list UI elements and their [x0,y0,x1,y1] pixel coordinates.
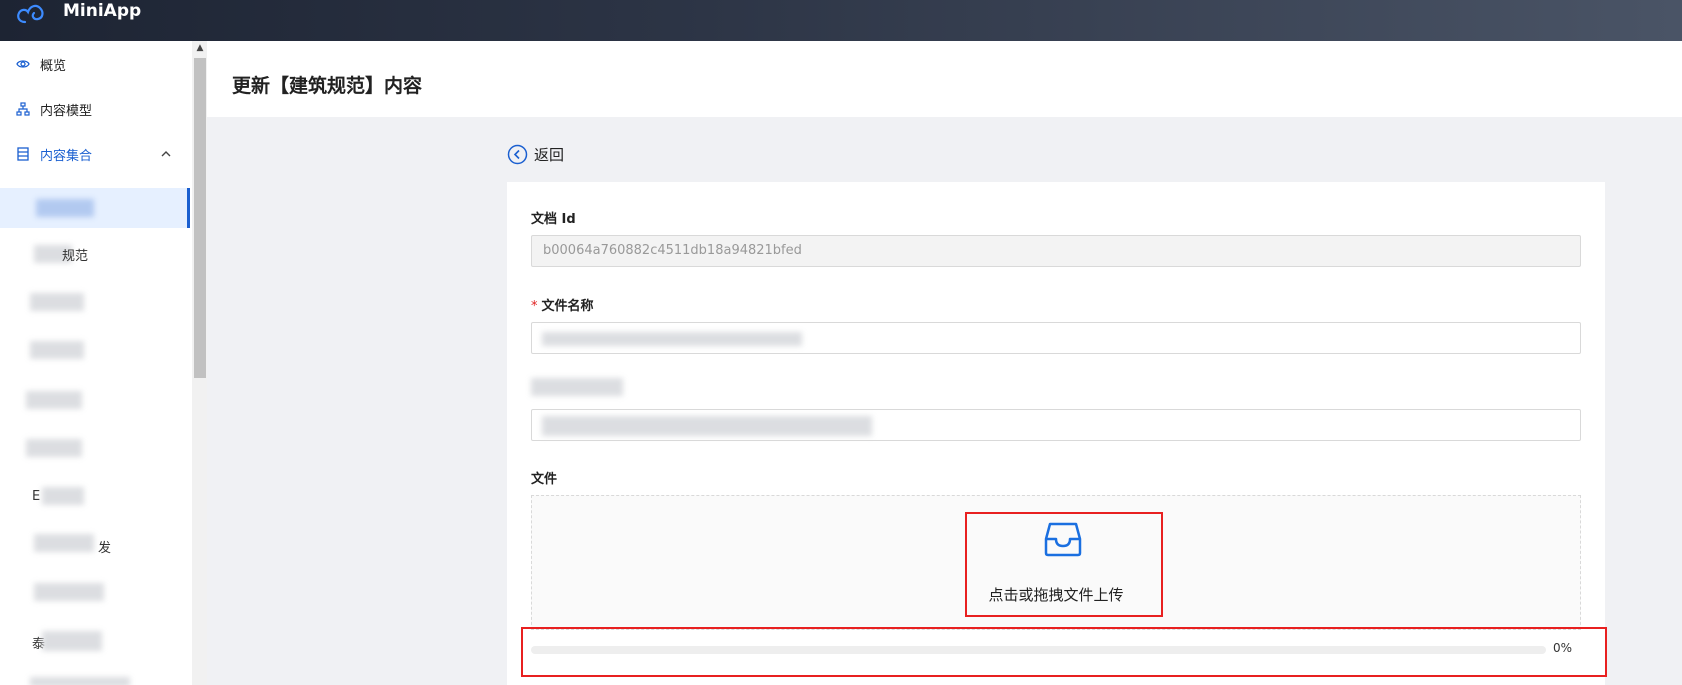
highlight-box-progress [521,627,1607,677]
sidebar-subitem-partial[interactable]: E [32,489,40,504]
sidebar-subitem-selected[interactable] [0,188,190,228]
redacted-label[interactable] [34,583,104,601]
redacted-label [30,677,130,685]
redacted-label[interactable] [30,293,84,311]
back-button[interactable]: 返回 [507,143,564,165]
top-bar: MiniApp [0,0,1682,41]
chevron-up-icon[interactable] [160,148,172,160]
cloud-logo-icon [17,4,44,24]
redacted-label[interactable] [26,439,82,457]
redacted-value [542,416,872,436]
sidebar-item-content-model[interactable]: 内容模型 [0,96,192,122]
back-label: 返回 [534,145,565,164]
redacted-label [34,534,94,552]
highlight-box-upload [965,512,1163,617]
sidebar-item-label: 内容集合 [40,148,93,164]
scroll-up-arrow-icon[interactable]: ▲ [194,42,206,54]
sidebar-item-overview[interactable]: 概览 [0,51,192,77]
redacted-input[interactable] [531,409,1581,441]
sidebar-subitem-partial[interactable]: 规范 [62,245,88,264]
doc-id-field: b00064a760882c4511db18a94821bfed [531,235,1581,267]
sidebar-item-content-collection[interactable]: 内容集合 [0,141,192,167]
redacted-label [36,199,94,217]
redacted-label [42,631,102,651]
file-name-label: * 文件名称 [531,295,594,314]
sidebar-subitem-partial[interactable]: 发 [98,537,111,556]
doc-id-label: 文档 Id [531,212,576,227]
redacted-label [42,487,84,505]
eye-icon [16,60,30,68]
page-header: 更新【建筑规范】内容 [207,41,1682,117]
sidebar: 概览 内容模型 内容集合 规范 E 发 泰 [0,41,192,685]
file-name-input[interactable] [531,322,1581,354]
file-name-label-text: 文件名称 [541,299,594,314]
sidebar-scrollbar-thumb[interactable] [194,58,206,378]
redacted-field-label [531,378,623,396]
redacted-label[interactable] [26,391,82,409]
redacted-label[interactable] [30,341,84,359]
sidebar-item-label: 内容模型 [40,103,93,119]
database-icon [17,147,29,161]
redacted-value [542,332,802,346]
app-title: MiniApp [63,1,142,21]
chevron-left-circle-icon [507,144,528,164]
file-label: 文件 [531,472,558,487]
sidebar-item-label: 概览 [40,58,67,74]
page-title: 更新【建筑规范】内容 [232,75,423,97]
required-asterisk: * [531,299,538,314]
sitemap-icon [16,102,30,116]
